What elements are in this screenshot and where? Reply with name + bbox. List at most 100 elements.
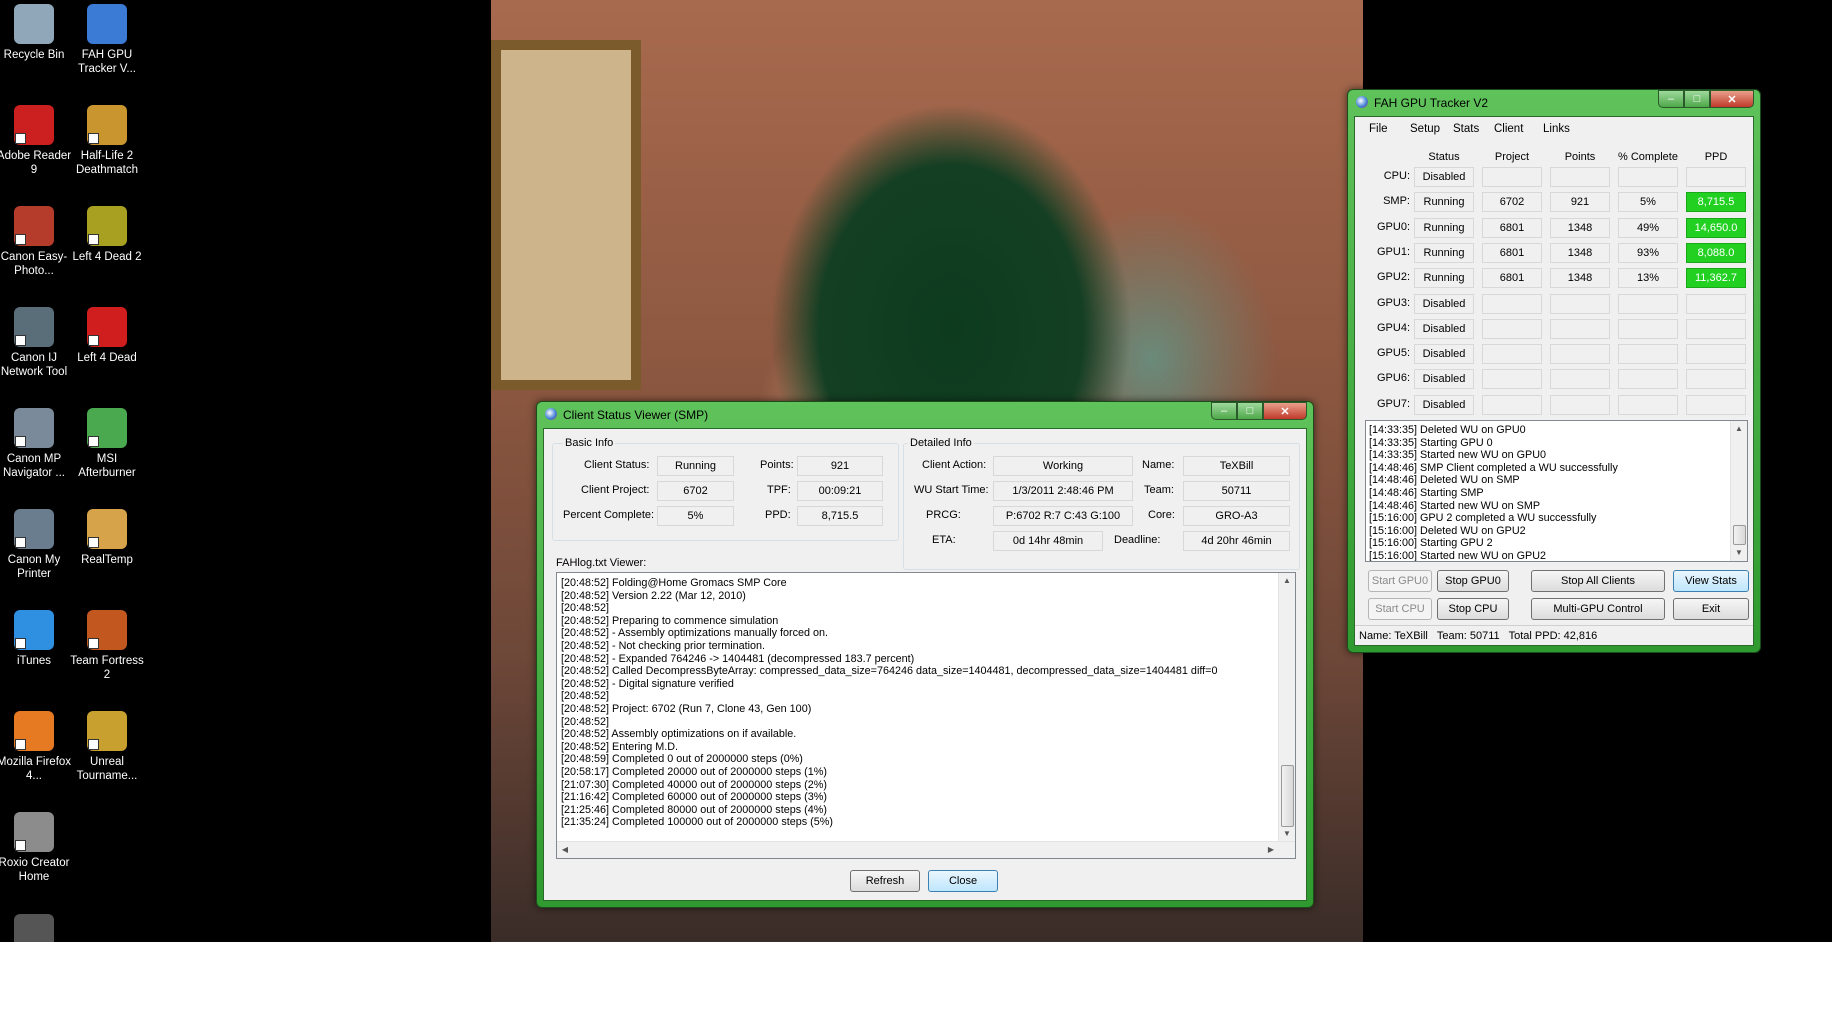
stop-all-clients-button[interactable]: Stop All Clients (1531, 570, 1665, 592)
team-value: 50711 (1183, 481, 1290, 501)
desktop-icon-label: Mozilla Firefox 4... (0, 756, 72, 782)
cell-project (1482, 318, 1542, 339)
desktop-icon[interactable]: Roxio Creator Home (0, 808, 74, 884)
canon-navigator-icon (14, 408, 54, 448)
menu-client[interactable]: Client (1494, 123, 1523, 135)
log-line: [20:48:52] Folding@Home Gromacs SMP Core (561, 577, 787, 589)
exit-button[interactable]: Exit (1673, 598, 1749, 620)
row-label: GPU3: (1376, 296, 1410, 309)
row-label: GPU0: (1376, 220, 1410, 233)
log-line: [20:48:52] - Digital signature verified (561, 677, 734, 690)
start-cpu-button[interactable]: Start CPU (1368, 598, 1432, 620)
tracker-log-scrollbar[interactable]: ▲ ▼ (1730, 421, 1747, 561)
scroll-up-arrow-icon[interactable]: ▲ (1279, 573, 1295, 589)
deadline-value: 4d 20hr 46min (1183, 531, 1290, 551)
fahlog-horizontal-scrollbar[interactable]: ◀ ▶ (557, 841, 1295, 858)
menu-links[interactable]: Links (1543, 123, 1570, 135)
canon-printer-icon (14, 206, 54, 246)
desktop-icon[interactable]: FAH GPU Tracker V... (67, 0, 147, 76)
desktop-icon[interactable]: Canon My Printer (0, 505, 74, 581)
eta-label: ETA: (932, 534, 956, 546)
fahlog-vertical-scrollbar[interactable]: ▲ ▼ (1278, 573, 1295, 842)
row-label: GPU1: (1376, 245, 1410, 258)
close-window-button[interactable]: ✕ (1263, 402, 1307, 420)
tracker-log-line: [14:48:46] Started new WU on SMP (1369, 499, 1541, 512)
maximize-button[interactable]: □ (1237, 402, 1263, 420)
desktop-icon[interactable]: iTunes (0, 606, 74, 668)
cell-complete (1618, 167, 1678, 187)
cell-project: 6801 (1482, 242, 1542, 263)
cell-complete: 93% (1618, 242, 1678, 263)
stop-cpu-button[interactable]: Stop CPU (1437, 598, 1509, 620)
scroll-up-arrow-icon[interactable]: ▲ (1731, 421, 1747, 437)
fahlog-textarea[interactable]: [20:48:52] Folding@Home Gromacs SMP Core… (556, 572, 1296, 859)
realtemp-icon (87, 509, 127, 549)
close-button[interactable]: Close (928, 870, 998, 892)
team-fortress-icon (87, 610, 127, 650)
menu-setup[interactable]: Setup (1410, 123, 1440, 135)
cell-ppd: 11,362.7 (1686, 268, 1746, 289)
desktop-icon[interactable]: Canon MP Navigator ... (0, 404, 74, 480)
start-gpu0-button[interactable]: Start GPU0 (1368, 570, 1432, 592)
desktop-icon[interactable]: Half-Life 2 Deathmatch (67, 101, 147, 177)
desktop-icon[interactable]: Left 4 Dead (67, 303, 147, 365)
desktop-icon[interactable]: Left 4 Dead 2 (67, 202, 147, 264)
desktop-icon[interactable]: MSI Afterburner (67, 404, 147, 480)
tracker-maximize-button[interactable]: □ (1684, 90, 1710, 108)
scroll-thumb[interactable] (1281, 765, 1294, 827)
client-viewer-body: Basic Info Detailed Info Client Status: … (543, 428, 1307, 901)
tracker-log[interactable]: [14:33:35] Deleted WU on GPU0 [14:33:35] … (1365, 420, 1748, 562)
scroll-right-arrow-icon[interactable]: ▶ (1263, 842, 1279, 858)
desktop-icon[interactable]: Unreal Tourname... (67, 707, 147, 783)
desktop-icon[interactable]: Canon Easy-Photo... (0, 202, 74, 278)
scroll-thumb[interactable] (1733, 525, 1746, 545)
client-viewer-title: Client Status Viewer (SMP) (563, 408, 709, 422)
cell-project: 6801 (1482, 268, 1542, 289)
row-label: GPU5: (1376, 347, 1410, 360)
wallpaper-picture-frame (491, 40, 641, 390)
cell-ppd (1686, 318, 1746, 339)
desktop-icon[interactable]: Mozilla Firefox 4... (0, 707, 74, 783)
minimize-button[interactable]: – (1211, 402, 1237, 420)
tracker-log-line: [15:16:00] Starting GPU 2 (1369, 537, 1493, 550)
desktop-icon[interactable]: Adobe Reader 9 (0, 101, 74, 177)
cell-points (1550, 293, 1610, 314)
client-status-viewer-window: Client Status Viewer (SMP) – □ ✕ Basic I… (536, 401, 1314, 908)
client-viewer-titlebar[interactable]: Client Status Viewer (SMP) – □ ✕ (537, 402, 1313, 428)
desktop-icon[interactable]: Team Fortress 2 (67, 606, 147, 682)
cell-points (1550, 318, 1610, 339)
cell-project (1482, 369, 1542, 390)
menu-file[interactable]: File (1369, 123, 1388, 135)
desktop-icon[interactable]: RealTemp (67, 505, 147, 567)
partial-desktop-icon[interactable] (0, 910, 74, 942)
tpf-value: 00:09:21 (797, 481, 883, 501)
tracker-close-button[interactable]: ✕ (1710, 90, 1754, 108)
tracker-minimize-button[interactable]: – (1658, 90, 1684, 108)
scroll-left-arrow-icon[interactable]: ◀ (557, 842, 573, 858)
scroll-down-arrow-icon[interactable]: ▼ (1279, 826, 1295, 842)
column-header: Status (1428, 151, 1460, 163)
cell-ppd (1686, 293, 1746, 314)
log-line: [20:48:52] Called DecompressByteArray: c… (561, 665, 1218, 678)
stop-gpu0-button[interactable]: Stop GPU0 (1437, 570, 1509, 592)
row-label: GPU7: (1376, 397, 1410, 410)
log-line: [20:48:52] Entering M.D. (561, 740, 679, 753)
desktop-icon-label: Canon MP Navigator ... (3, 453, 65, 479)
row-label: GPU6: (1376, 372, 1410, 385)
multi-gpu-control-button[interactable]: Multi-GPU Control (1531, 598, 1665, 620)
refresh-button[interactable]: Refresh (850, 870, 920, 892)
client-project-label: Client Project: (581, 484, 650, 496)
column-header: % Complete (1618, 151, 1678, 163)
points-label: Points: (760, 459, 794, 471)
view-stats-button[interactable]: View Stats (1673, 570, 1749, 592)
left4dead-icon (87, 307, 127, 347)
menu-stats[interactable]: Stats (1453, 123, 1479, 135)
core-value: GRO-A3 (1183, 506, 1290, 526)
tracker-titlebar[interactable]: FAH GPU Tracker V2 – □ ✕ (1348, 90, 1760, 116)
column-header: Project (1494, 151, 1530, 163)
desktop-icon[interactable]: Recycle Bin (0, 0, 74, 62)
scroll-down-arrow-icon[interactable]: ▼ (1731, 545, 1747, 561)
log-line: [20:48:52] (561, 715, 610, 728)
cell-project (1482, 394, 1542, 415)
desktop-icon[interactable]: Canon IJ Network Tool (0, 303, 74, 379)
